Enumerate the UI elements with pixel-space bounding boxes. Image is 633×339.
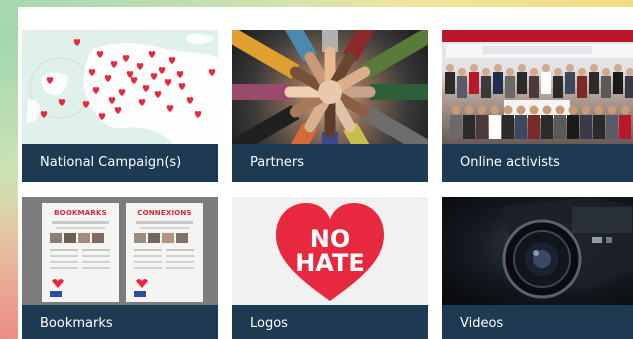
map-heart-marker <box>73 39 81 46</box>
person-body <box>577 76 587 98</box>
joined-hands-image <box>232 30 428 144</box>
person-body <box>529 76 539 98</box>
person-head <box>590 64 598 72</box>
person-head <box>464 105 474 115</box>
person-body <box>593 115 605 139</box>
logo-text-line2: HATE <box>295 249 365 277</box>
bookmark-leaflet-right: CONNEXIONS <box>126 203 203 302</box>
person-head <box>506 68 514 76</box>
person-head <box>477 105 487 115</box>
page: National Campaign(s) Partners Online act… <box>0 0 633 339</box>
person-body <box>528 115 540 139</box>
person-body <box>505 76 515 98</box>
card-label: Bookmarks <box>22 305 218 339</box>
person-head <box>614 64 622 72</box>
person-head <box>503 105 513 115</box>
person-head <box>594 105 604 115</box>
person-body <box>619 115 631 139</box>
person-body <box>481 76 491 98</box>
card-label: Videos <box>442 305 633 339</box>
person-head <box>581 105 591 115</box>
person-body <box>493 72 503 94</box>
person-head <box>542 105 552 115</box>
bookmark-leaflets-image: BOOKMARKS CONNEXIONS <box>22 197 218 305</box>
person-body <box>606 115 618 139</box>
person-body <box>469 72 479 94</box>
person-head <box>555 105 565 115</box>
no-hate-logo-image: NO HATE <box>232 197 428 305</box>
card-label: Logos <box>232 305 428 339</box>
leaflet-body-svg <box>134 221 194 297</box>
person-body <box>502 115 514 139</box>
person-body <box>580 115 592 139</box>
joined-hands-svg <box>232 30 428 144</box>
person-head <box>482 68 490 76</box>
card-label: Partners <box>232 144 428 182</box>
person-body <box>517 72 527 94</box>
person-body <box>601 76 611 98</box>
person-head <box>518 64 526 72</box>
person-body <box>565 72 575 94</box>
person-body <box>463 115 475 139</box>
person-head <box>542 64 550 72</box>
sleeve-shape <box>232 30 300 79</box>
bookmark-leaflet-left: BOOKMARKS <box>42 203 119 302</box>
person-body <box>613 72 623 94</box>
map-heart-marker <box>40 111 48 118</box>
person-body <box>445 72 455 94</box>
person-body <box>515 115 527 139</box>
leaflet-body-svg <box>50 221 110 297</box>
person-body <box>554 115 566 139</box>
person-head <box>620 105 630 115</box>
person-body <box>589 72 599 94</box>
person-head <box>451 105 461 115</box>
person-head <box>607 105 617 115</box>
group-photo-svg <box>442 30 633 139</box>
person-body <box>567 115 579 139</box>
person-head <box>568 105 578 115</box>
person-head <box>494 64 502 72</box>
card-online-activists[interactable]: Online activists <box>442 30 633 182</box>
card-logos[interactable]: NO HATE Logos <box>232 197 428 339</box>
person-head <box>578 68 586 76</box>
person-head <box>470 64 478 72</box>
card-bookmarks[interactable]: BOOKMARKS CONNEXIONS Bookmarks <box>22 197 218 339</box>
person-body <box>476 115 488 139</box>
person-head <box>530 68 538 76</box>
sleeve-shape <box>360 105 428 144</box>
europe-map-svg <box>26 33 218 144</box>
person-head <box>529 105 539 115</box>
person-head <box>566 64 574 72</box>
europe-map-image <box>22 30 218 144</box>
person-head <box>626 68 633 76</box>
person-body <box>625 76 633 98</box>
card-label: Online activists <box>442 144 633 182</box>
person-body <box>450 115 462 139</box>
person-body <box>457 76 467 98</box>
person-head <box>446 64 454 72</box>
person-body <box>489 115 501 139</box>
person-body <box>541 115 553 139</box>
person-head <box>516 105 526 115</box>
no-hate-heart-icon: NO HATE <box>276 203 384 301</box>
card-videos[interactable]: Videos <box>442 197 633 339</box>
person-head <box>458 68 466 76</box>
group-photo-image <box>442 30 633 144</box>
person-head <box>602 68 610 76</box>
sleeve-shape <box>360 30 428 79</box>
video-camera-icon <box>502 197 633 299</box>
map-heart-marker <box>58 99 66 106</box>
card-partners[interactable]: Partners <box>232 30 428 182</box>
person-head <box>554 68 562 76</box>
card-national-campaigns[interactable]: National Campaign(s) <box>22 30 218 182</box>
person-body <box>541 72 551 94</box>
card-label: National Campaign(s) <box>22 144 218 182</box>
person-body <box>553 76 563 98</box>
person-head <box>490 105 500 115</box>
video-camera-image <box>442 197 633 305</box>
sleeve-shape <box>232 105 300 144</box>
